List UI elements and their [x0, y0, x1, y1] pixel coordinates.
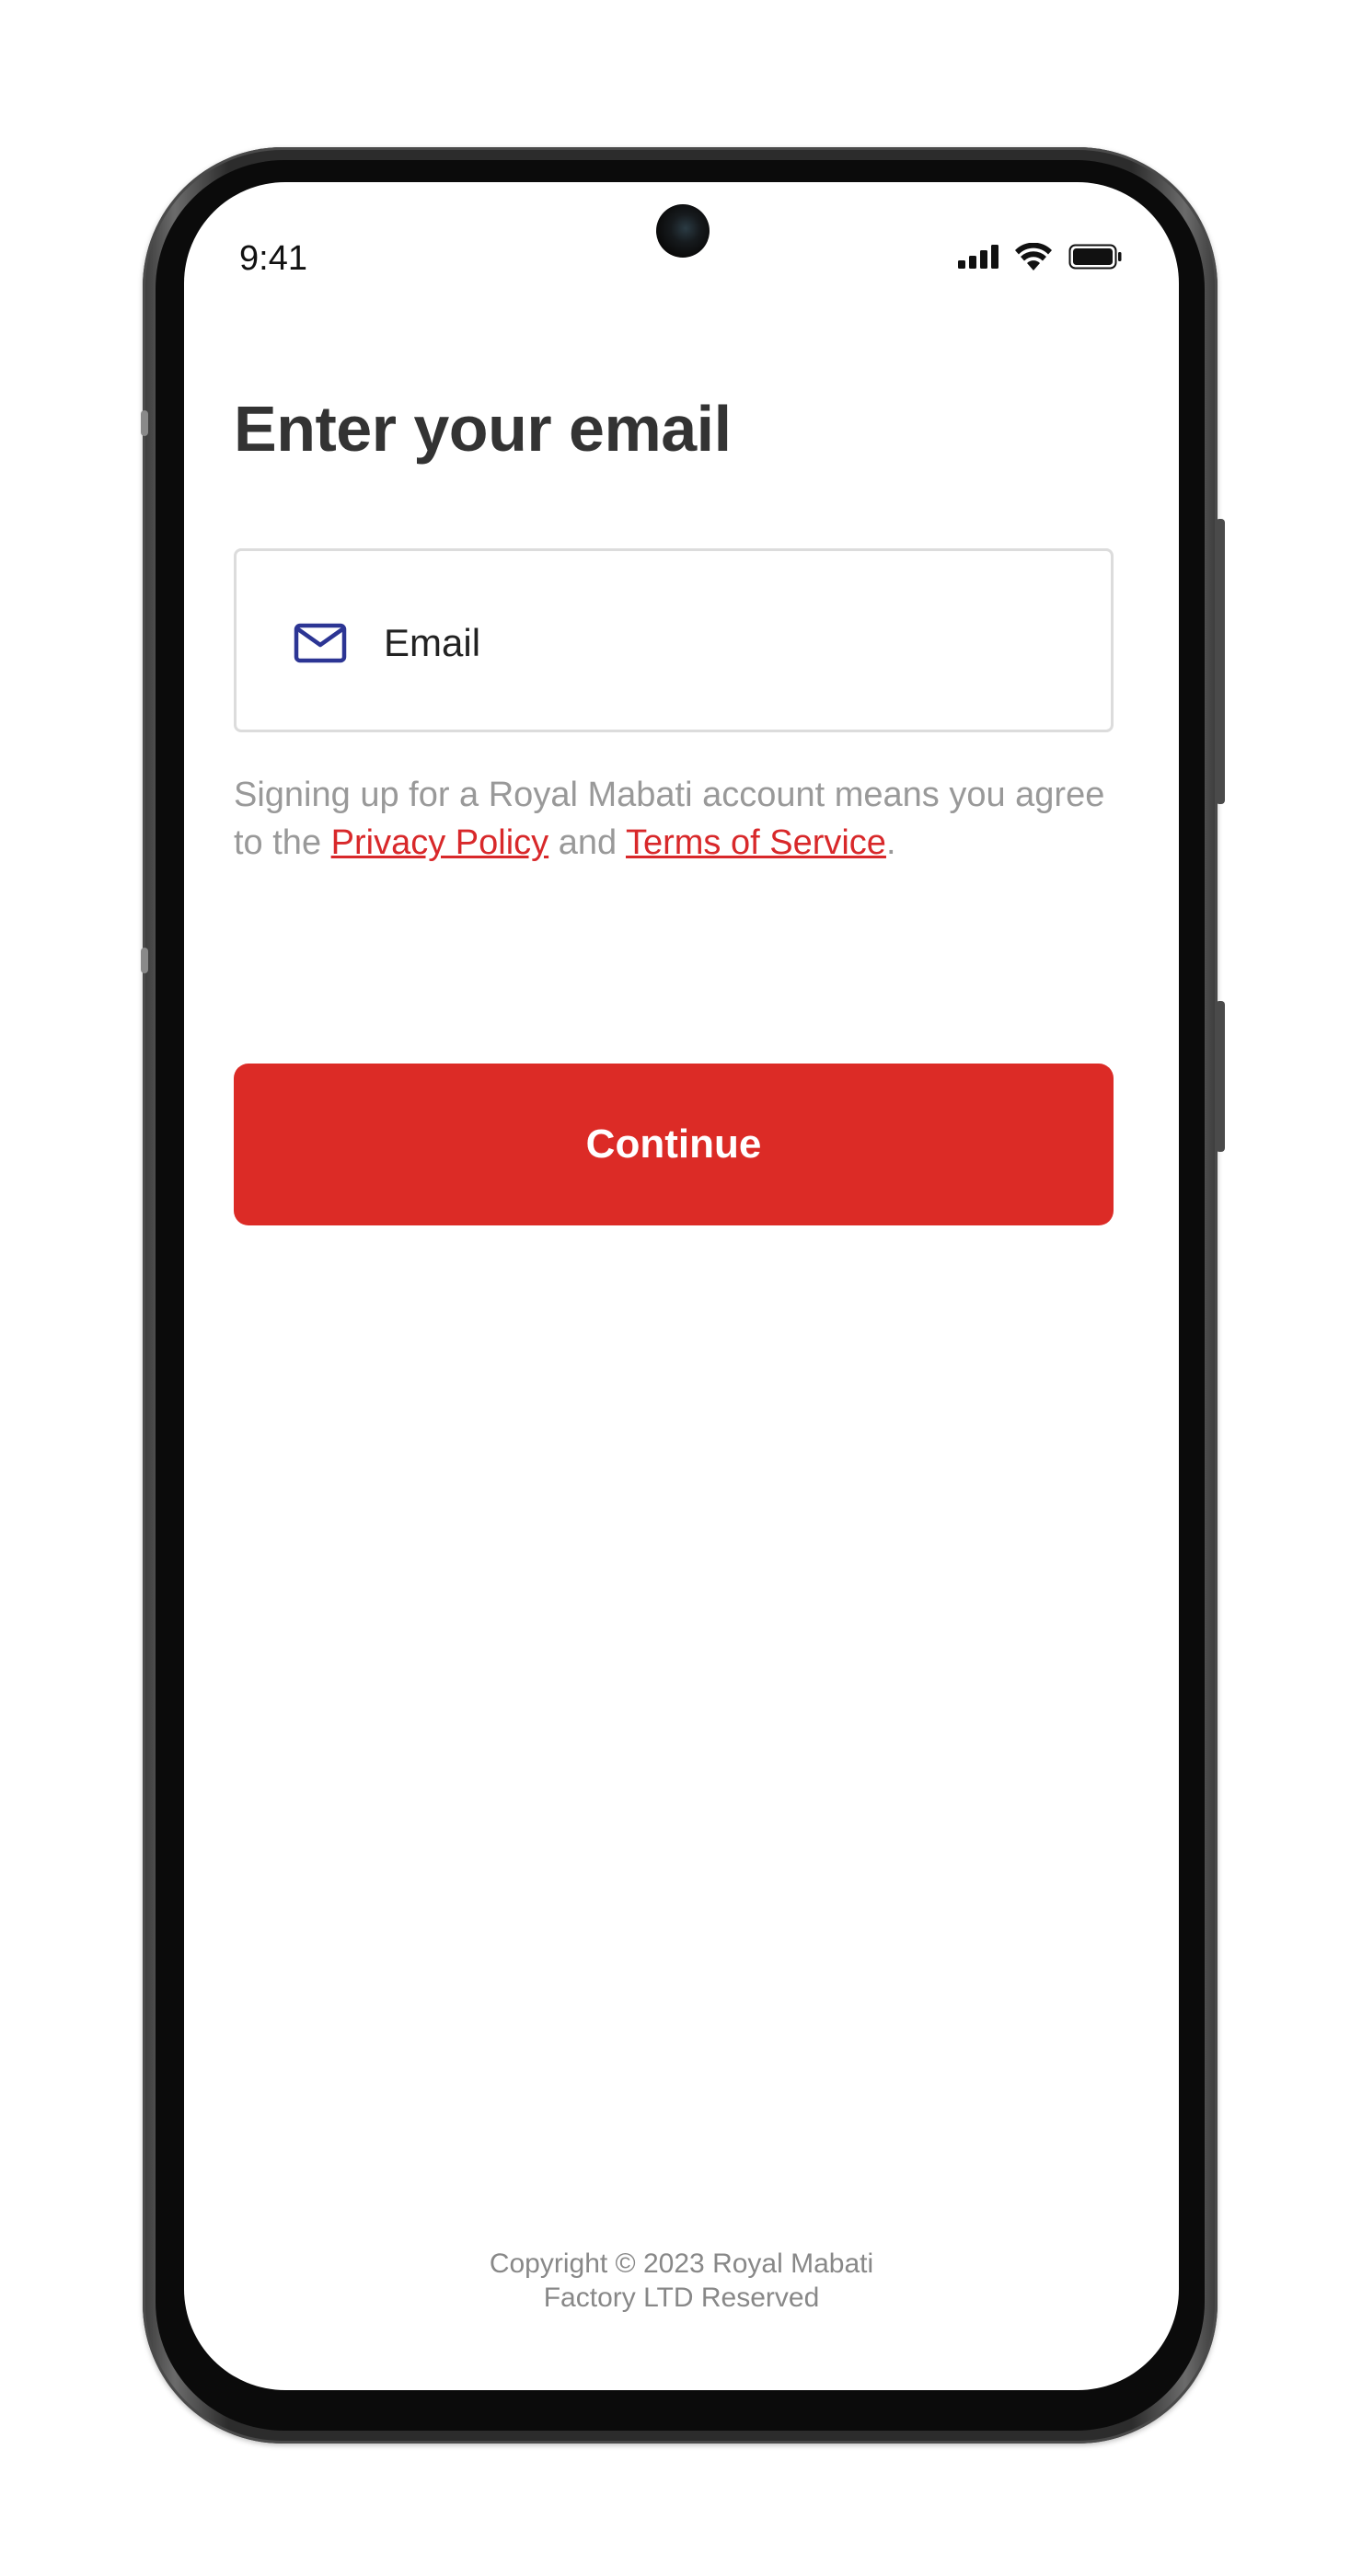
terms-suffix: .	[885, 823, 896, 862]
app-screen: 9:41 Enter your email Email Signing up f…	[184, 182, 1179, 2390]
terms-notice: Signing up for a Royal Mabati account me…	[234, 771, 1136, 867]
status-bar: 9:41	[184, 182, 1179, 329]
copyright-line-1: Copyright © 2023 Royal Mabati	[489, 2248, 874, 2279]
power-button	[1216, 1001, 1225, 1152]
email-input[interactable]	[384, 606, 1083, 680]
mail-icon	[294, 623, 347, 663]
terms-of-service-link[interactable]: Terms of Service	[626, 823, 886, 862]
status-icons	[958, 243, 1122, 270]
volume-button	[1216, 519, 1225, 804]
terms-middle: and	[548, 823, 626, 862]
left-button-top	[141, 410, 148, 436]
email-field[interactable]	[234, 548, 1114, 732]
signal-icon	[958, 245, 998, 269]
wifi-icon	[1015, 243, 1052, 270]
battery-icon	[1068, 244, 1122, 270]
copyright-line-2: Factory LTD Reserved	[543, 2283, 820, 2313]
continue-button[interactable]: Continue	[234, 1064, 1114, 1225]
privacy-policy-link[interactable]: Privacy Policy	[331, 823, 549, 862]
status-time: 9:41	[239, 239, 307, 278]
page-title: Enter your email	[234, 393, 732, 465]
left-button-bottom	[141, 948, 148, 973]
copyright-text: Copyright © 2023 Royal Mabati Factory LT…	[184, 2247, 1179, 2315]
front-camera	[656, 204, 710, 258]
